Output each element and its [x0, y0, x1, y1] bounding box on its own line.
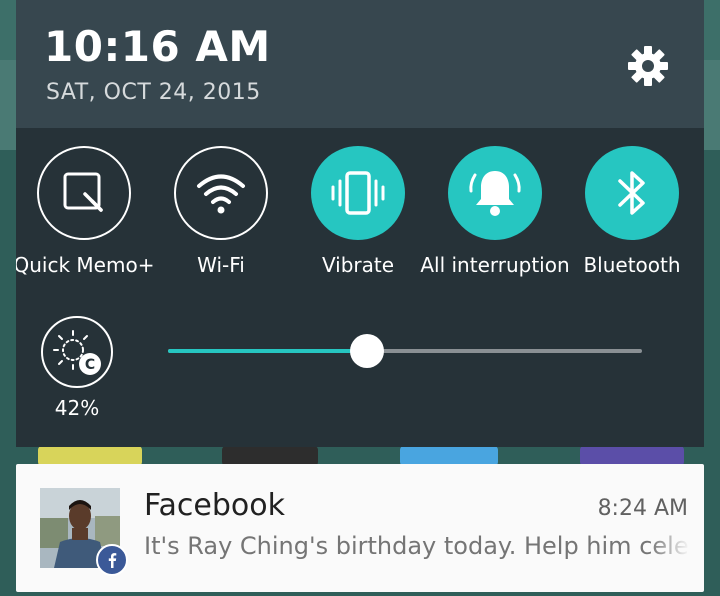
- quick-memo-toggle[interactable]: [37, 146, 131, 240]
- bluetooth-label: Bluetooth: [583, 253, 681, 277]
- brightness-auto-icon: C: [53, 330, 101, 375]
- notification-time: 8:24 AM: [597, 496, 688, 521]
- auto-brightness-toggle[interactable]: C: [41, 316, 113, 388]
- notification-shade: 10:16 AM SAT, OCT 24, 2015 Quick Memo+ W…: [16, 0, 704, 447]
- slider-thumb[interactable]: [350, 334, 384, 368]
- bluetooth-icon: [618, 171, 645, 215]
- background-edge-left: [0, 60, 16, 150]
- wifi-toggle[interactable]: [174, 146, 268, 240]
- bluetooth-toggle[interactable]: [585, 146, 679, 240]
- vibrate-toggle[interactable]: [311, 146, 405, 240]
- interruptions-toggle[interactable]: [448, 146, 542, 240]
- brightness-slider[interactable]: [168, 334, 642, 368]
- clock-date: SAT, OCT 24, 2015: [46, 80, 261, 105]
- wifi-icon: [197, 174, 245, 214]
- settings-gear-icon[interactable]: [624, 42, 672, 90]
- vibrate-icon: [331, 171, 385, 215]
- notification-text: It's Ray Ching's birthday today. Help hi…: [144, 532, 688, 560]
- interruptions-label: All interruption: [420, 253, 570, 277]
- background-app-icons: [0, 446, 720, 466]
- text-fade: [650, 532, 690, 566]
- svg-text:C: C: [85, 357, 95, 373]
- slider-fill: [168, 349, 367, 353]
- facebook-notification[interactable]: Facebook 8:24 AM It's Ray Ching's birthd…: [16, 464, 704, 592]
- notification-app-name: Facebook: [144, 488, 285, 523]
- quick-memo-icon: [63, 172, 103, 212]
- bell-icon: [469, 171, 521, 216]
- background-edge-right: [704, 60, 720, 150]
- shade-header: 10:16 AM SAT, OCT 24, 2015: [16, 0, 704, 128]
- facebook-badge-icon: [96, 544, 128, 576]
- quick-memo-label: Quick Memo+: [16, 253, 155, 277]
- clock-time: 10:16 AM: [44, 22, 271, 71]
- vibrate-label: Vibrate: [321, 253, 395, 277]
- wifi-label: Wi-Fi: [197, 253, 245, 277]
- brightness-percent: 42%: [54, 396, 100, 420]
